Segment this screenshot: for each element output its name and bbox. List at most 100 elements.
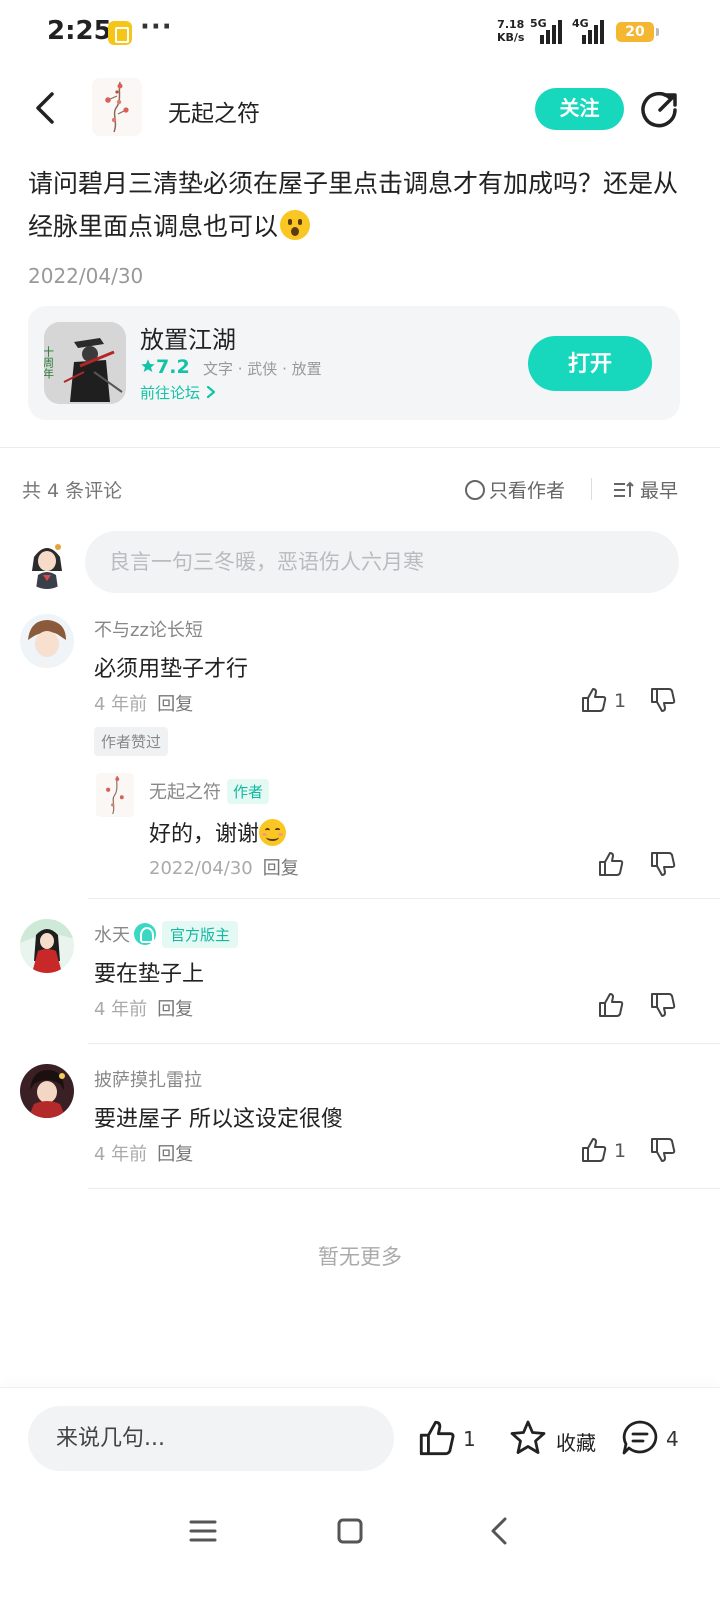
comment-text: 要进屋子 所以这设定很傻 xyxy=(94,1107,343,1132)
commenter-name-text: 水天 xyxy=(94,925,130,946)
commenter-avatar[interactable] xyxy=(20,614,74,668)
radio-circle-icon xyxy=(465,480,485,500)
post-title-text: 请问碧月三清垫必须在屋子里点击调息才有加成吗？还是从经脉里面点调息也可以 xyxy=(28,169,679,241)
star-icon xyxy=(141,359,155,372)
app-notification-icon xyxy=(108,21,132,45)
reply-meta: 2022/04/30 回复 xyxy=(149,854,299,880)
thumbs-up-icon xyxy=(599,993,624,1017)
commenter-avatar[interactable] xyxy=(20,1064,74,1118)
back-chevron-icon xyxy=(491,1517,507,1545)
follow-button[interactable]: 关注 xyxy=(535,88,624,130)
plum-blossom-icon xyxy=(92,78,142,136)
thumbs-up-icon xyxy=(599,852,624,876)
chevron-right-icon xyxy=(206,385,215,399)
like-count: 1 xyxy=(614,690,627,712)
no-more-label: 暂无更多 xyxy=(318,1245,402,1269)
menu-button[interactable] xyxy=(183,1511,223,1551)
post-like-button[interactable]: 1 xyxy=(417,1418,476,1458)
thumbs-up-icon xyxy=(582,688,607,712)
favorite-button[interactable]: 收藏 xyxy=(508,1418,608,1458)
comment-meta: 4 年前 回复 xyxy=(94,1140,193,1166)
open-game-button[interactable]: 打开 xyxy=(528,336,652,391)
comment-time: 4 年前 xyxy=(94,999,148,1020)
reply-button[interactable]: 回复 xyxy=(263,858,299,879)
like-button[interactable]: 1 xyxy=(580,686,630,716)
sort-button[interactable]: 最早 xyxy=(612,476,678,503)
game-forum-link[interactable]: 前往论坛 xyxy=(140,382,217,403)
game-forum-label: 前往论坛 xyxy=(140,384,201,402)
official-moderator-icon xyxy=(134,923,156,945)
dislike-button[interactable] xyxy=(649,1136,679,1166)
more-notifications-icon: ··· xyxy=(140,12,173,42)
thumbs-down-icon xyxy=(651,1138,676,1162)
author-liked-tag: 作者赞过 xyxy=(94,727,169,756)
comment-count: 共 4 条评论 xyxy=(22,480,123,502)
commenter-name[interactable]: 不与zz论长短 xyxy=(94,616,203,642)
game-rating: 7.2 xyxy=(140,356,190,378)
comments-button[interactable]: 4 xyxy=(620,1418,690,1458)
thumbs-up-icon xyxy=(419,1420,455,1456)
dislike-button[interactable] xyxy=(649,686,679,716)
reply-text-content: 好的，谢谢 xyxy=(149,822,260,847)
post-title: 请问碧月三清垫必须在屋子里点击调息才有加成吗？还是从经脉里面点调息也可以 xyxy=(28,162,692,248)
commenter-avatar[interactable] xyxy=(20,919,74,973)
status-time: 2:25 xyxy=(47,16,112,46)
comment-divider xyxy=(88,1043,720,1044)
comment-divider xyxy=(88,1188,720,1189)
reply-button[interactable]: 回复 xyxy=(157,999,193,1020)
post-like-count: 1 xyxy=(463,1427,476,1451)
comment-time: 4 年前 xyxy=(94,1144,148,1165)
reply-button[interactable]: 回复 xyxy=(157,1144,193,1165)
system-back-button[interactable] xyxy=(480,1511,520,1551)
only-author-toggle[interactable]: 只看作者 xyxy=(465,476,565,503)
game-card[interactable]: 十周年 放置江湖 7.2 文字 · 武侠 · 放置 前往论坛 打开 xyxy=(28,306,680,420)
my-avatar[interactable] xyxy=(22,537,72,589)
reply-author-avatar[interactable] xyxy=(95,773,135,817)
home-button[interactable] xyxy=(330,1511,370,1551)
post-header: 无起之符 关注 xyxy=(0,70,720,150)
reply-author-name[interactable]: 无起之符 作者 xyxy=(149,778,270,804)
reply-button[interactable]: 回复 xyxy=(157,694,193,715)
comments-count: 4 xyxy=(666,1427,679,1451)
like-count: 1 xyxy=(614,1140,627,1162)
comment-divider xyxy=(88,898,720,899)
say-something-input[interactable] xyxy=(28,1406,394,1471)
dislike-button[interactable] xyxy=(649,991,679,1021)
author-avatar[interactable] xyxy=(92,78,142,136)
post-date: 2022/04/30 xyxy=(28,264,144,288)
comment-text: 要在垫子上 xyxy=(94,962,205,987)
sort-label: 最早 xyxy=(640,480,679,502)
commenter-name[interactable]: 水天 官方版主 xyxy=(94,921,239,948)
commenter-avatar-image xyxy=(20,919,74,973)
thumbs-down-icon xyxy=(651,852,676,876)
share-icon xyxy=(641,91,677,128)
author-name[interactable]: 无起之符 xyxy=(168,94,260,128)
plum-blossom-icon xyxy=(96,773,134,817)
network-type-5g: 5G xyxy=(530,17,547,30)
reply-like-button[interactable] xyxy=(597,850,627,880)
comment-time: 4 年前 xyxy=(94,694,148,715)
like-button[interactable]: 1 xyxy=(580,1136,630,1166)
smiling-face-emoji-icon xyxy=(259,819,287,846)
comment-input[interactable] xyxy=(85,531,679,593)
commenter-avatar-image xyxy=(20,614,74,668)
comment-meta: 4 年前 回复 xyxy=(94,690,193,716)
commenter-name[interactable]: 披萨摸扎雷拉 xyxy=(94,1066,202,1092)
system-navigation-bar xyxy=(0,1487,720,1600)
like-button[interactable] xyxy=(597,991,627,1021)
network-speed-value: 7.18 xyxy=(497,18,525,31)
reply-dislike-button[interactable] xyxy=(649,850,679,880)
share-button[interactable] xyxy=(640,90,680,130)
commenter-avatar-image xyxy=(20,1064,74,1118)
comment-bubble-icon xyxy=(622,1420,658,1455)
worried-face-emoji-icon xyxy=(280,210,311,240)
favorite-label: 收藏 xyxy=(556,1431,596,1455)
game-rating-value: 7.2 xyxy=(156,356,190,378)
comment-text: 必须用垫子才行 xyxy=(94,657,249,682)
status-bar: 2:25 ··· 7.18 KB/s 5G 4G 20 xyxy=(0,0,720,66)
only-author-label: 只看作者 xyxy=(489,480,566,502)
back-button[interactable] xyxy=(28,88,68,128)
game-name: 放置江湖 xyxy=(140,326,236,354)
game-icon-text: 十周年 xyxy=(44,345,55,379)
sort-icon xyxy=(614,481,634,497)
